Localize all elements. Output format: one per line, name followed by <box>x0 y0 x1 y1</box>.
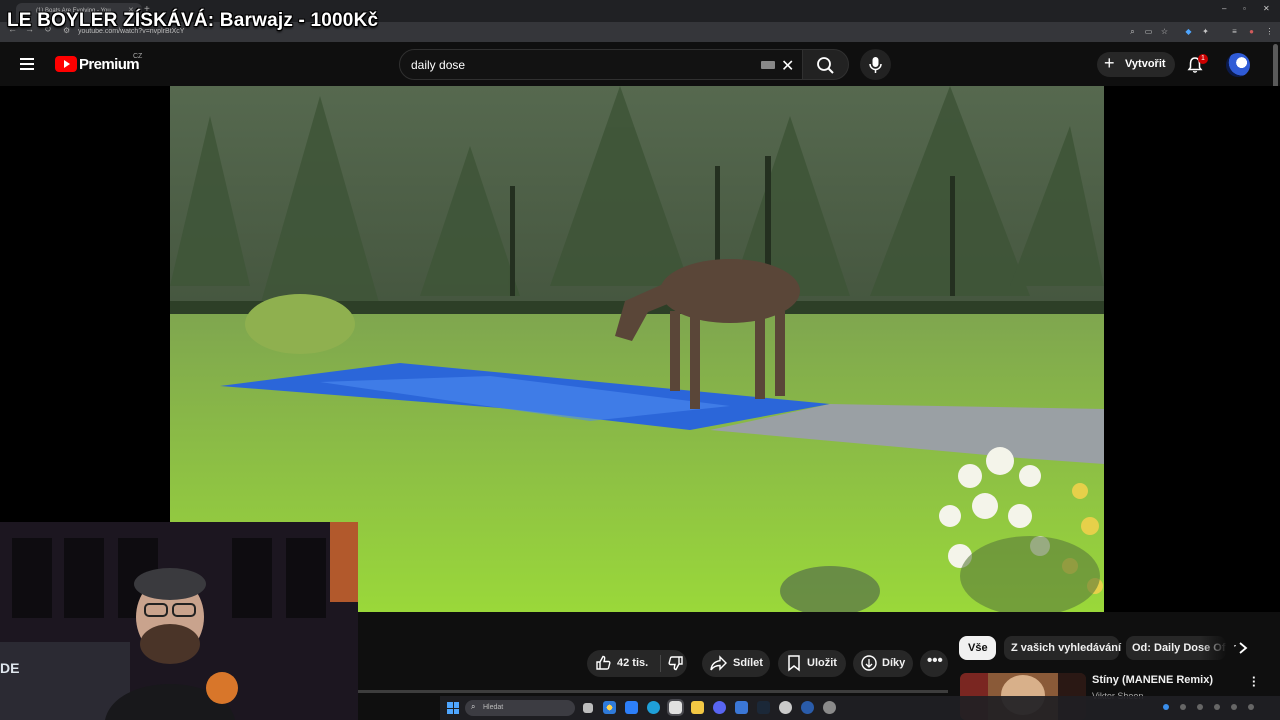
share-icon <box>710 655 727 671</box>
taskbar-active-app-icon[interactable] <box>667 699 684 716</box>
task-view-icon[interactable] <box>583 703 593 713</box>
taskbar-chrome-icon[interactable] <box>603 701 616 714</box>
share-label: Sdílet <box>733 657 763 669</box>
zoom-icon[interactable]: ⌕ <box>1127 26 1138 37</box>
maximize-icon[interactable]: ▫ <box>1243 4 1246 13</box>
tray-icon-3[interactable] <box>1197 704 1203 710</box>
minimize-icon[interactable]: – <box>1222 4 1226 13</box>
recommended-video-title[interactable]: Stíny (MANENE Remix) <box>1092 674 1213 686</box>
taskbar-search-input[interactable] <box>465 700 575 716</box>
chips-fade <box>1200 634 1234 662</box>
plus-icon: + <box>1104 53 1115 73</box>
taskbar-search-icon: ⌕ <box>471 702 476 711</box>
chevron-right-icon[interactable] <box>1236 640 1250 656</box>
more-vertical-icon[interactable]: · · · <box>1252 671 1256 692</box>
youtube-logo-icon[interactable] <box>55 56 77 72</box>
streamer-webcam-image <box>0 522 358 720</box>
webcam-partial-label: DE <box>0 660 20 676</box>
taskbar-app-icon-3[interactable] <box>779 701 792 714</box>
keyboard-icon[interactable] <box>761 61 775 69</box>
bookmark-star-icon[interactable]: ☆ <box>1159 26 1170 37</box>
clear-search-icon[interactable]: ✕ <box>781 56 794 76</box>
taskbar-discord-icon[interactable] <box>713 701 726 714</box>
taskbar-app-icon-4[interactable] <box>801 701 814 714</box>
more-horizontal-icon: ••• <box>927 652 943 669</box>
search-button[interactable] <box>802 49 849 80</box>
taskbar-folder-icon[interactable] <box>691 701 704 714</box>
profile-icon[interactable]: ● <box>1246 26 1257 37</box>
tray-icon-2[interactable] <box>1180 704 1186 710</box>
country-code: CZ <box>133 53 143 60</box>
extensions-puzzle-icon[interactable]: ✦ <box>1200 26 1211 37</box>
taskbar-settings-icon[interactable] <box>823 701 836 714</box>
like-count: 42 tis. <box>617 657 649 669</box>
tray-icon-6[interactable] <box>1248 704 1254 710</box>
search-query[interactable]: daily dose <box>411 58 465 72</box>
tray-icon[interactable] <box>1163 704 1169 710</box>
taskbar-steam-icon[interactable] <box>757 701 770 714</box>
microphone-icon <box>869 57 882 73</box>
search-icon <box>817 57 834 74</box>
sidebar-icon[interactable]: ≡ <box>1229 26 1240 37</box>
voice-search-button[interactable] <box>860 49 891 80</box>
like-divider <box>660 655 661 672</box>
browser-menu-icon[interactable]: ⋮ <box>1264 26 1275 37</box>
like-icon[interactable] <box>594 654 612 672</box>
dislike-icon[interactable] <box>667 654 685 672</box>
create-label: Vytvořit <box>1125 58 1166 70</box>
logo-text[interactable]: Premium <box>79 56 140 73</box>
menu-icon[interactable] <box>20 58 34 70</box>
notification-badge: 1 <box>1198 54 1208 64</box>
windows-start-icon[interactable] <box>447 702 459 714</box>
extension-icon[interactable]: ◆ <box>1183 26 1194 37</box>
streamer-webcam <box>0 522 358 720</box>
taskbar-app-icon[interactable] <box>625 701 638 714</box>
avatar[interactable] <box>1226 53 1250 77</box>
stream-overlay-title: LE BOYLER ZÍSKÁVÁ: Barwajz - 1000Kč <box>7 10 379 31</box>
taskbar-app-icon-2[interactable] <box>735 701 748 714</box>
chip-from-your-searches-label: Z vašich vyhledávání <box>1011 642 1122 654</box>
scroll-progress-track <box>358 690 948 693</box>
close-window-icon[interactable]: ✕ <box>1263 4 1270 13</box>
thanks-icon <box>861 655 877 671</box>
taskbar-search-placeholder: Hledat <box>483 704 504 711</box>
bookmark-icon <box>788 655 800 672</box>
cast-icon[interactable]: ▭ <box>1143 26 1154 37</box>
taskbar-edge-icon[interactable] <box>647 701 660 714</box>
thanks-label: Díky <box>882 657 906 669</box>
chip-all-label: Vše <box>968 642 988 654</box>
tray-icon-4[interactable] <box>1214 704 1220 710</box>
tray-icon-5[interactable] <box>1231 704 1237 710</box>
save-label: Uložit <box>807 657 837 669</box>
